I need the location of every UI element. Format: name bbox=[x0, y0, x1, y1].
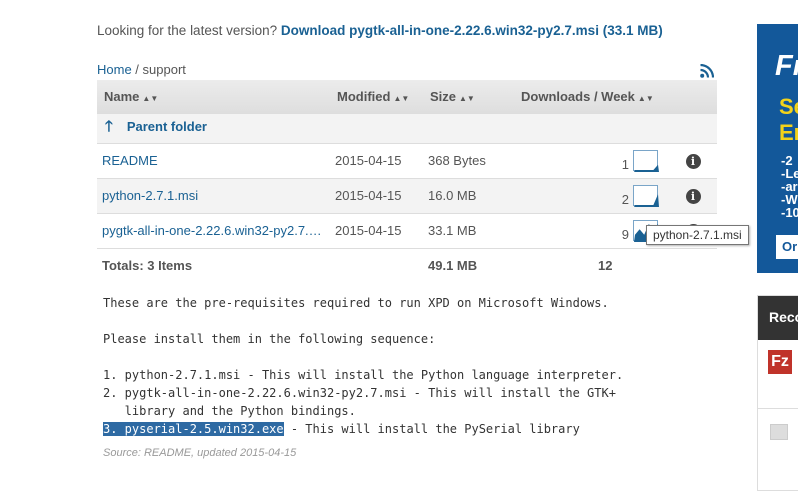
ad-headline: Fr bbox=[775, 50, 798, 82]
project-thumbnail-icon[interactable] bbox=[770, 424, 788, 440]
file-downloads: 9 bbox=[514, 212, 664, 248]
sort-icon: ▲▼ bbox=[637, 93, 654, 103]
up-arrow-icon: 🡑 bbox=[105, 117, 113, 135]
table-row[interactable]: pygtk-all-in-one-2.22.6.win32-py2.7.… 20… bbox=[97, 212, 717, 248]
divider bbox=[758, 408, 798, 409]
sparkline-area bbox=[634, 164, 659, 172]
download-latest-link[interactable]: Download pygtk-all-in-one-2.22.6.win32-p… bbox=[281, 23, 663, 38]
column-header-modified[interactable]: Modified ▲▼ bbox=[330, 80, 423, 113]
file-size: 368 Bytes bbox=[423, 142, 514, 178]
rss-icon[interactable] bbox=[700, 64, 714, 78]
table-row[interactable]: README 2015-04-15 368 Bytes 1 i bbox=[97, 142, 717, 178]
download-count: 2 bbox=[621, 191, 629, 207]
parent-folder-row[interactable]: 🡑 Parent folder bbox=[97, 112, 717, 143]
latest-version-prefix: Looking for the latest version? bbox=[97, 23, 278, 38]
recommended-title: Reco bbox=[758, 296, 798, 340]
column-header-size[interactable]: Size ▲▼ bbox=[423, 80, 514, 113]
filezilla-icon[interactable]: Fz bbox=[768, 350, 792, 374]
breadcrumb: Home / support bbox=[97, 62, 186, 77]
download-count: 1 bbox=[621, 156, 629, 172]
sort-icon: ▲▼ bbox=[393, 93, 410, 103]
download-sparkline[interactable] bbox=[633, 185, 659, 207]
totals-label: Totals: 3 Items bbox=[97, 247, 423, 283]
table-row[interactable]: python-2.7.1.msi 2015-04-15 16.0 MB 2 i bbox=[97, 177, 717, 213]
selected-text: 3. pyserial-2.5.win32.exe bbox=[103, 422, 284, 436]
info-icon[interactable]: i bbox=[685, 153, 701, 169]
file-downloads: 2 bbox=[514, 177, 664, 213]
breadcrumb-home[interactable]: Home bbox=[97, 62, 132, 77]
readme-line: These are the pre-requisites required to… bbox=[103, 296, 609, 310]
file-link-python[interactable]: python-2.7.1.msi bbox=[102, 188, 198, 203]
sort-icon: ▲▼ bbox=[142, 93, 159, 103]
totals-downloads: 12 bbox=[514, 247, 664, 283]
file-size: 33.1 MB bbox=[423, 212, 514, 248]
ad-subheadline: SeEr bbox=[779, 94, 798, 145]
files-table: Name ▲▼ Modified ▲▼ Size ▲▼ Downloads / Wee… bbox=[97, 80, 717, 283]
breadcrumb-separator: / bbox=[131, 62, 143, 77]
readme-line: 2. pygtk-all-in-one-2.22.6.win32-py2.7.m… bbox=[103, 386, 616, 400]
file-modified: 2015-04-15 bbox=[330, 212, 423, 248]
file-link-pygtk[interactable]: pygtk-all-in-one-2.22.6.win32-py2.7.… bbox=[102, 223, 322, 238]
readme-content: These are the pre-requisites required to… bbox=[103, 294, 623, 438]
ad-bullets: -2 -Le -ar -W -10 bbox=[781, 153, 798, 220]
latest-version-banner: Looking for the latest version? Download… bbox=[97, 23, 663, 38]
readme-line: library and the Python bindings. bbox=[103, 404, 356, 418]
column-header-name[interactable]: Name ▲▼ bbox=[97, 80, 330, 113]
info-icon[interactable]: i bbox=[685, 188, 701, 204]
file-downloads: 1 bbox=[514, 142, 664, 178]
advertisement-banner[interactable]: Fr SeEr -2 -Le -ar -W -10 Or bbox=[757, 24, 798, 273]
download-count: 9 bbox=[621, 226, 629, 242]
file-modified: 2015-04-15 bbox=[330, 142, 423, 178]
file-size: 16.0 MB bbox=[423, 177, 514, 213]
source-note: Source: README, updated 2015-04-15 bbox=[103, 447, 297, 459]
file-link-readme[interactable]: README bbox=[102, 153, 158, 168]
tooltip: python-2.7.1.msi bbox=[646, 225, 749, 245]
column-header-downloads[interactable]: Downloads / Week ▲▼ bbox=[514, 80, 664, 113]
recommended-panel: Reco Fz bbox=[757, 295, 798, 491]
breadcrumb-current: support bbox=[142, 62, 186, 77]
column-header-info bbox=[664, 80, 717, 113]
readme-line: - This will install the PySerial library bbox=[283, 422, 580, 436]
download-sparkline[interactable] bbox=[633, 150, 659, 172]
sort-icon: ▲▼ bbox=[459, 93, 475, 103]
totals-size: 49.1 MB bbox=[423, 247, 514, 283]
totals-row: Totals: 3 Items 49.1 MB 12 bbox=[97, 247, 717, 283]
parent-folder-link[interactable]: Parent folder bbox=[127, 119, 207, 134]
sparkline-area bbox=[634, 194, 659, 207]
readme-line: Please install them in the following seq… bbox=[103, 332, 436, 346]
readme-line: 1. python-2.7.1.msi - This will install … bbox=[103, 368, 624, 382]
ad-button[interactable]: Or bbox=[776, 235, 798, 259]
file-modified: 2015-04-15 bbox=[330, 177, 423, 213]
